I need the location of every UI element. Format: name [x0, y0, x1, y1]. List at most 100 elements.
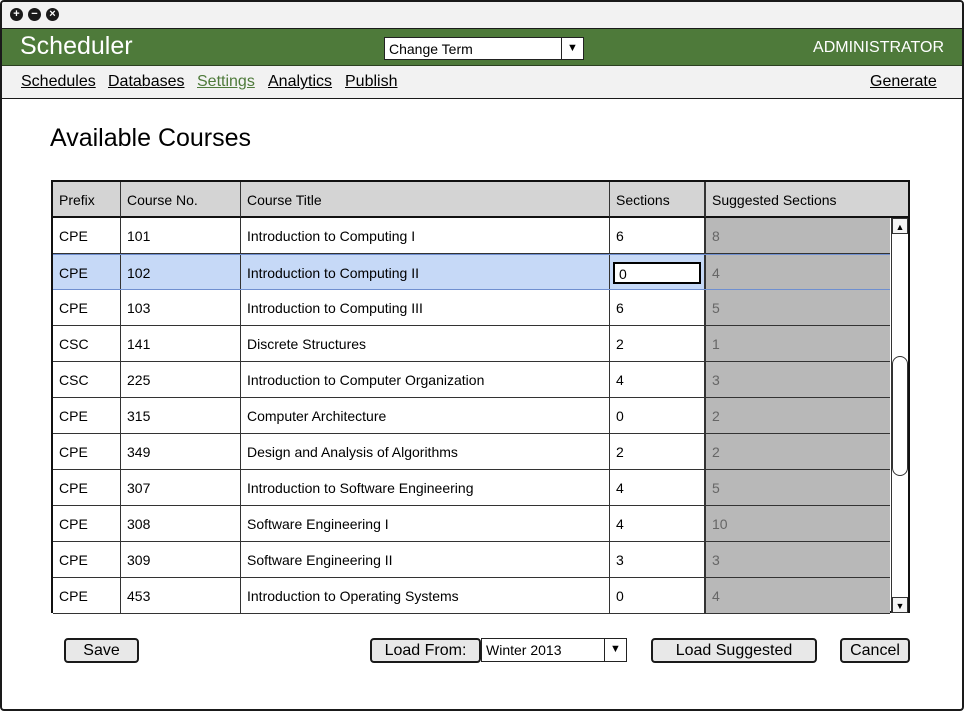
header-course-no[interactable]: Course No.: [121, 182, 241, 218]
cell-course-title: Discrete Structures: [241, 326, 610, 361]
close-icon[interactable]: ×: [46, 8, 59, 21]
arrow-down-icon[interactable]: ▼: [892, 597, 908, 613]
load-from-select[interactable]: Winter 2013 ▼: [481, 638, 627, 662]
cell-suggested-sections: 2: [706, 434, 890, 469]
cell-course-title: Introduction to Computer Organization: [241, 362, 610, 397]
cell-sections[interactable]: 6: [610, 290, 706, 325]
page-title: Available Courses: [50, 124, 252, 152]
cell-course-title: Introduction to Operating Systems: [241, 578, 610, 613]
cell-course-title: Introduction to Software Engineering: [241, 470, 610, 505]
cell-sections[interactable]: 2: [610, 434, 706, 469]
save-button[interactable]: Save: [64, 638, 139, 663]
table-row[interactable]: CSC 141 Discrete Structures 2 1: [53, 326, 890, 362]
plus-icon[interactable]: +: [10, 8, 23, 21]
nav-publish[interactable]: Publish: [345, 73, 397, 91]
cell-sections[interactable]: 4: [610, 362, 706, 397]
window-titlebar: + − ×: [2, 2, 962, 29]
header-prefix[interactable]: Prefix: [53, 182, 121, 218]
cell-suggested-sections: 2: [706, 398, 890, 433]
cell-prefix: CPE: [53, 218, 121, 253]
sections-input[interactable]: 0: [613, 262, 701, 284]
chevron-down-icon[interactable]: ▼: [604, 639, 626, 661]
header-suggested-sections[interactable]: Suggested Sections: [706, 182, 908, 218]
table-row[interactable]: CSC 225 Introduction to Computer Organizat…: [53, 362, 890, 398]
nav-analytics[interactable]: Analytics: [268, 73, 332, 91]
cell-course-no: 101: [121, 218, 241, 253]
table-scrollbar[interactable]: ▲ ▼: [891, 218, 908, 613]
cell-sections[interactable]: 0: [610, 255, 706, 289]
cell-prefix: CSC: [53, 326, 121, 361]
table-row[interactable]: CPE 102 Introduction to Computing II 0 4: [53, 254, 890, 290]
cell-course-title: Introduction to Computing II: [241, 255, 610, 289]
cell-suggested-sections: 3: [706, 362, 890, 397]
arrow-up-icon[interactable]: ▲: [892, 218, 908, 234]
cell-prefix: CPE: [53, 290, 121, 325]
minus-icon[interactable]: −: [28, 8, 41, 21]
app-title: Scheduler: [20, 32, 133, 60]
cell-course-title: Design and Analysis of Algorithms: [241, 434, 610, 469]
load-from-button[interactable]: Load From:: [370, 638, 481, 663]
cell-course-no: 307: [121, 470, 241, 505]
cell-sections[interactable]: 0: [610, 578, 706, 613]
cancel-button[interactable]: Cancel: [840, 638, 910, 663]
cell-sections[interactable]: 0: [610, 398, 706, 433]
table-row[interactable]: CPE 308 Software Engineering I 4 10: [53, 506, 890, 542]
cell-suggested-sections: 5: [706, 290, 890, 325]
nav-schedules[interactable]: Schedules: [21, 73, 96, 91]
cell-prefix: CPE: [53, 578, 121, 613]
table-row[interactable]: CPE 103 Introduction to Computing III 6 5: [53, 290, 890, 326]
cell-suggested-sections: 8: [706, 218, 890, 253]
cell-course-no: 225: [121, 362, 241, 397]
table-row[interactable]: CPE 307 Introduction to Software Engineeri…: [53, 470, 890, 506]
cell-course-title: Software Engineering I: [241, 506, 610, 541]
cell-course-no: 102: [121, 255, 241, 289]
scrollbar-thumb[interactable]: [892, 356, 908, 476]
nav-settings[interactable]: Settings: [197, 73, 255, 91]
cell-course-no: 453: [121, 578, 241, 613]
cell-course-title: Introduction to Computing I: [241, 218, 610, 253]
cell-suggested-sections: 1: [706, 326, 890, 361]
courses-table: Prefix Course No. Course Title Sections …: [51, 180, 910, 614]
change-term-select[interactable]: Change Term ▼: [384, 37, 584, 60]
cell-prefix: CPE: [53, 255, 121, 289]
chevron-down-icon[interactable]: ▼: [561, 38, 583, 59]
cell-sections[interactable]: 2: [610, 326, 706, 361]
cell-course-no: 103: [121, 290, 241, 325]
cell-course-no: 141: [121, 326, 241, 361]
table-row[interactable]: CPE 453 Introduction to Operating Systems 0…: [53, 578, 890, 614]
load-suggested-button[interactable]: Load Suggested: [651, 638, 817, 663]
change-term-value: Change Term: [389, 41, 473, 57]
cell-course-title: Computer Architecture: [241, 398, 610, 433]
cell-course-no: 308: [121, 506, 241, 541]
cell-course-title: Software Engineering II: [241, 542, 610, 577]
load-from-value: Winter 2013: [486, 642, 562, 658]
cell-suggested-sections: 10: [706, 506, 890, 541]
header-sections[interactable]: Sections: [610, 182, 706, 218]
cell-prefix: CPE: [53, 506, 121, 541]
generate-link[interactable]: Generate: [870, 73, 937, 91]
cell-course-no: 315: [121, 398, 241, 433]
table-row[interactable]: CPE 309 Software Engineering II 3 3: [53, 542, 890, 578]
cell-suggested-sections: 4: [706, 255, 890, 289]
header-course-title[interactable]: Course Title: [241, 182, 610, 218]
table-row[interactable]: CPE 315 Computer Architecture 0 2: [53, 398, 890, 434]
cell-prefix: CPE: [53, 470, 121, 505]
cell-prefix: CPE: [53, 542, 121, 577]
cell-prefix: CPE: [53, 398, 121, 433]
cell-course-no: 309: [121, 542, 241, 577]
cell-prefix: CSC: [53, 362, 121, 397]
table-row[interactable]: CPE 101 Introduction to Computing I68: [53, 218, 890, 254]
cell-sections[interactable]: 6: [610, 218, 706, 253]
user-role: ADMINISTRATOR: [813, 39, 944, 56]
cell-sections[interactable]: 4: [610, 506, 706, 541]
cell-sections[interactable]: 4: [610, 470, 706, 505]
nav-databases[interactable]: Databases: [108, 73, 185, 91]
cell-suggested-sections: 4: [706, 578, 890, 613]
cell-prefix: CPE: [53, 434, 121, 469]
cell-course-title: Introduction to Computing III: [241, 290, 610, 325]
cell-course-no: 349: [121, 434, 241, 469]
table-row[interactable]: CPE 349 Design and Analysis of Algorithms 2…: [53, 434, 890, 470]
cell-suggested-sections: 5: [706, 470, 890, 505]
cell-sections[interactable]: 3: [610, 542, 706, 577]
app-window: + − × Scheduler Change Term ▼ ADMINISTRA…: [0, 0, 964, 711]
